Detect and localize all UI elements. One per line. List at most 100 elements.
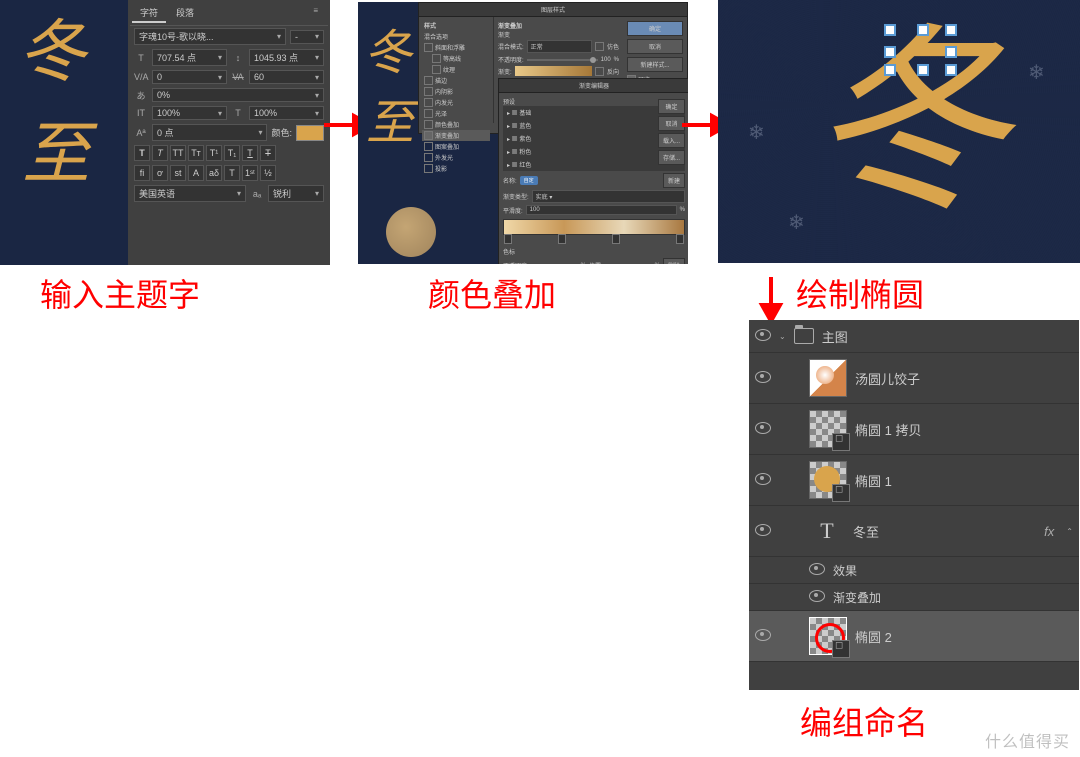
opentype-fi[interactable]: fi [134,165,150,181]
fx-satin[interactable]: 光泽 [422,108,490,119]
italic-button[interactable]: T [152,145,168,161]
fx-texture[interactable]: 纹理 [422,64,490,75]
blend-mode-dropdown[interactable]: 正常 [527,40,592,53]
fx-bevel[interactable]: 斜面和浮雕 [422,42,490,53]
cancel-button[interactable]: 取消 [627,39,683,54]
color-stop[interactable] [558,234,566,244]
handle[interactable] [884,24,896,36]
layer-name[interactable]: 汤圆儿饺子 [855,369,1073,388]
fx-stroke[interactable]: 描边 [422,75,490,86]
gradient-name[interactable]: 自定 [520,176,538,185]
layer-name[interactable]: 椭圆 1 拷贝 [855,420,1073,439]
gradient-picker[interactable] [515,66,592,76]
tab-character[interactable]: 字符 [132,4,166,23]
opentype-alt[interactable]: A [188,165,204,181]
visibility-toggle[interactable] [809,590,825,605]
strike-button[interactable]: T [260,145,276,161]
color-stop[interactable] [612,234,620,244]
new-style-button[interactable]: 新建样式... [627,57,683,72]
tracking-input[interactable]: 60▾ [249,70,324,84]
opentype-ad[interactable]: aδ [206,165,222,181]
fx-expand-icon[interactable]: ⌃ [1066,527,1073,536]
font-style-dropdown[interactable]: -▾ [290,30,324,44]
layer-item[interactable]: 汤圆儿饺子 [749,353,1079,404]
visibility-toggle[interactable] [755,422,771,437]
baseline-input[interactable]: 0 点▾ [152,124,267,141]
visibility-toggle[interactable] [755,524,771,539]
layer-group[interactable]: ⌄ 主图 [749,320,1079,353]
gradient-bar[interactable] [503,219,685,235]
fx-outer-glow[interactable]: 外发光 [422,152,490,163]
layer-item[interactable]: 椭圆 1 拷贝 [749,404,1079,455]
fx-drop-shadow[interactable]: 投影 [422,163,490,174]
layer-item-selected[interactable]: 椭圆 2 [749,611,1079,662]
visibility-toggle[interactable] [755,329,771,344]
layer-thumbnail[interactable] [809,410,847,448]
superscript-button[interactable]: T¹ [206,145,222,161]
save-button[interactable]: 存储... [658,150,685,165]
ok-button[interactable]: 确定 [627,21,683,36]
handle[interactable] [945,46,957,58]
handle[interactable] [884,64,896,76]
language-dropdown[interactable]: 美国英语▾ [134,185,246,202]
text-color-swatch[interactable] [296,125,324,141]
fx-pattern-overlay[interactable]: 图案叠加 [422,141,490,152]
smallcaps-button[interactable]: Tᴛ [188,145,204,161]
font-size-input[interactable]: 707.54 点▾ [152,49,227,66]
handle[interactable] [917,64,929,76]
vscale-input[interactable]: 100%▾ [152,106,227,120]
visibility-toggle[interactable] [755,473,771,488]
opentype-fraction[interactable]: ½ [260,165,276,181]
panel-menu-icon[interactable]: ≡ [305,4,326,23]
opentype-swash[interactable]: ơ [152,165,168,181]
allcaps-button[interactable]: TT [170,145,186,161]
color-stop[interactable] [504,234,512,244]
hscale-input[interactable]: 100%▾ [249,106,324,120]
tab-paragraph[interactable]: 段落 [168,4,202,23]
handle[interactable] [884,46,896,58]
layer-text-item[interactable]: T 冬至 fx ⌃ [749,506,1079,557]
layer-name[interactable]: 主图 [822,327,1073,346]
opacity-slider[interactable] [527,59,598,61]
layer-name[interactable]: 椭圆 1 [855,471,1073,490]
antialias-dropdown[interactable]: 锐利▾ [268,185,324,202]
fx-badge[interactable]: fx [1044,524,1054,539]
fx-color-overlay[interactable]: 颜色叠加 [422,119,490,130]
new-gradient-button[interactable]: 新建 [663,173,685,188]
opentype-st[interactable]: st [170,165,186,181]
visibility-toggle[interactable] [755,629,771,644]
tsume-input[interactable]: 0%▾ [152,88,324,102]
leading-input[interactable]: 1045.93 点▾ [249,49,324,66]
layer-effects-header[interactable]: 效果 [749,557,1079,584]
handle[interactable] [945,24,957,36]
gradient-type-dropdown[interactable]: 实底 ▾ [532,190,685,203]
transform-bounding-box[interactable] [888,28,953,72]
fx-gradient-overlay[interactable]: 渐变叠加 [422,130,490,141]
opentype-ordinal[interactable]: 1ˢᵗ [242,165,258,181]
layer-thumbnail[interactable] [809,359,847,397]
layer-name[interactable]: 椭圆 2 [855,627,1073,646]
font-family-dropdown[interactable]: 字魂10号-歌以晓...▾ [134,28,286,45]
handle[interactable] [945,64,957,76]
fx-inner-glow[interactable]: 内发光 [422,97,490,108]
layer-item[interactable]: 椭圆 1 [749,455,1079,506]
subscript-button[interactable]: T₁ [224,145,240,161]
delete-stop-button[interactable]: 删除 [663,258,685,264]
layer-name[interactable]: 冬至 [853,522,1036,541]
opentype-title[interactable]: T [224,165,240,181]
fx-contour[interactable]: 等高线 [422,53,490,64]
color-stop[interactable] [676,234,684,244]
layer-effect-item[interactable]: 渐变叠加 [749,584,1079,611]
kerning-input[interactable]: 0▾ [152,70,227,84]
fx-blend[interactable]: 混合选项 [422,31,490,42]
handle[interactable] [917,24,929,36]
layer-thumbnail[interactable] [809,461,847,499]
fx-inner-shadow[interactable]: 内阴影 [422,86,490,97]
bold-button[interactable]: T [134,145,150,161]
smoothness-input[interactable]: 100 [526,205,677,215]
expand-icon[interactable]: ⌄ [779,332,786,341]
visibility-toggle[interactable] [755,371,771,386]
layer-thumbnail[interactable] [809,617,847,655]
visibility-toggle[interactable] [809,563,825,578]
underline-button[interactable]: T [242,145,258,161]
